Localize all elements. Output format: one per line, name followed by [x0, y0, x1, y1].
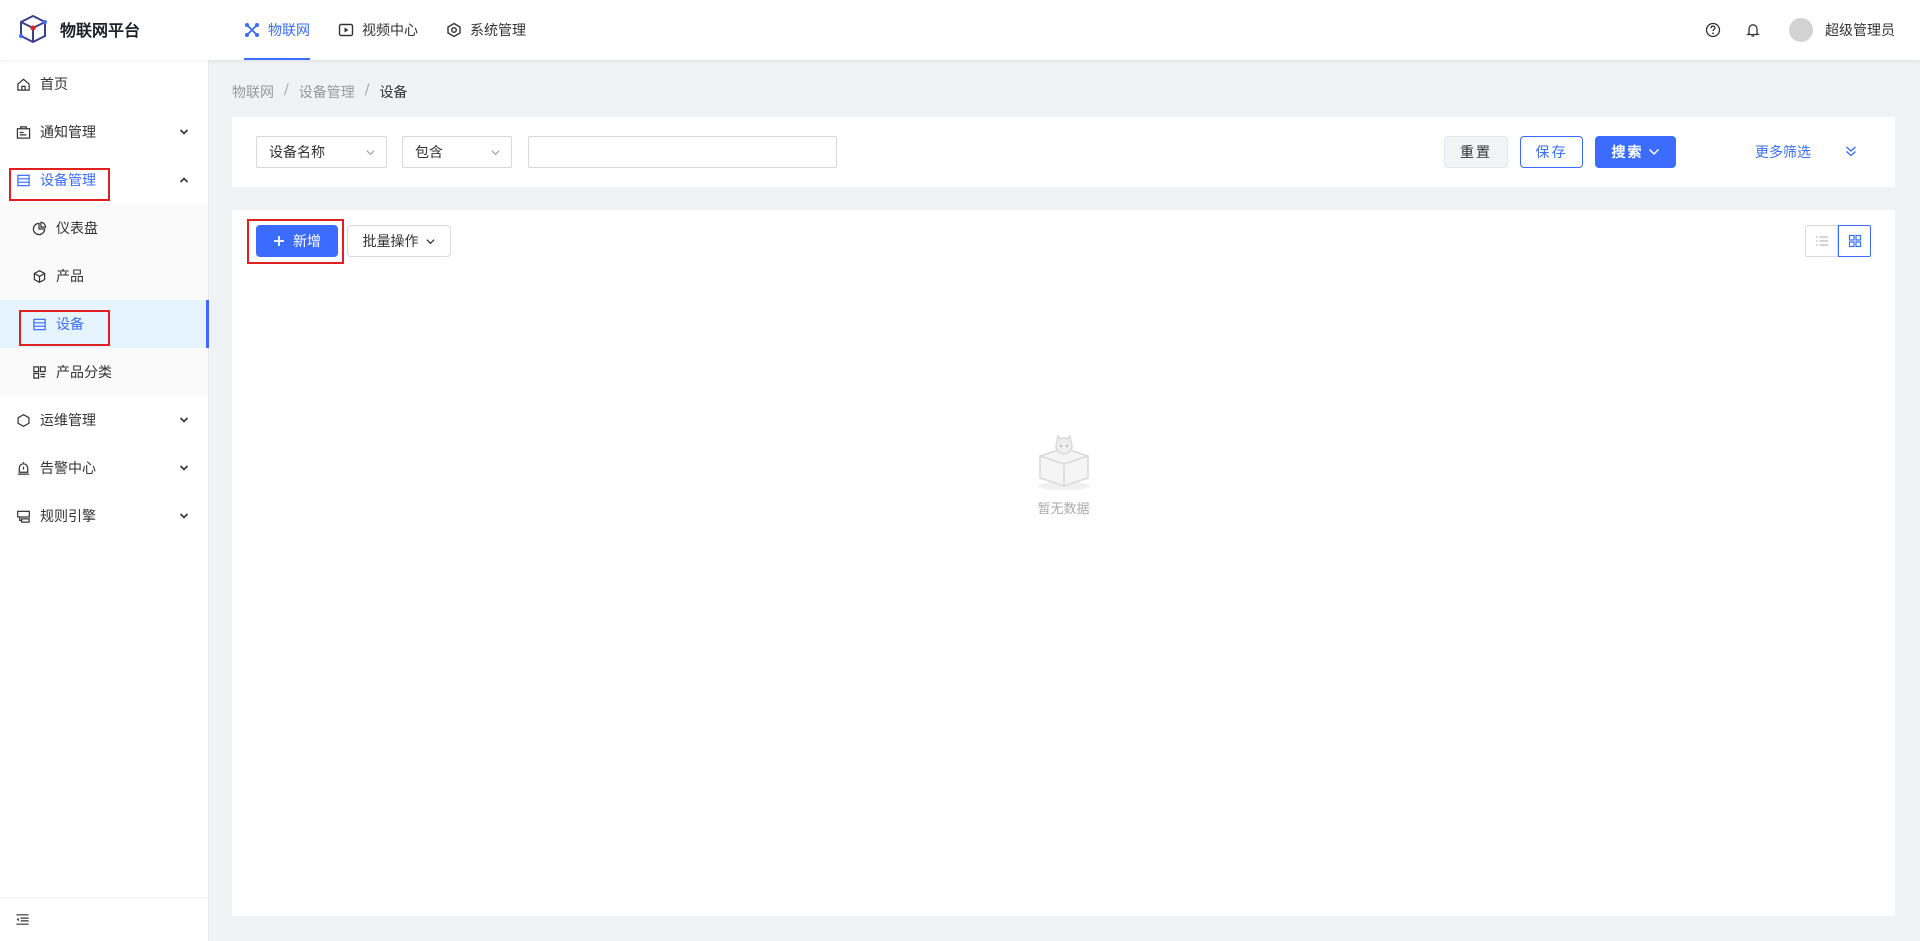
cube-logo-icon [19, 14, 47, 44]
device-list-panel: 新增 批量操作 暂无数据 [232, 210, 1895, 916]
sidebar-item-label: 仪表盘 [56, 221, 98, 237]
add-button-label: 新增 [293, 234, 321, 250]
view-toggle [1805, 225, 1871, 257]
topnav-item-video[interactable]: 视频中心 [326, 0, 430, 60]
iot-icon [245, 23, 259, 37]
top-header: 物联网平台 物联网 视频中心 系统管理 超级管理员 [0, 0, 1920, 60]
topnav-item-iot[interactable]: 物联网 [232, 0, 322, 60]
sidebar-item-device-manage[interactable]: 设备管理 [0, 156, 208, 204]
chevron-down-icon [425, 238, 435, 244]
operator-select-value: 包含 [415, 145, 443, 161]
filter-value-input[interactable] [528, 136, 837, 168]
sidebar-item-label: 设备 [56, 317, 84, 333]
sidebar-item-label: 设备管理 [40, 173, 96, 189]
sidebar-item-label: 运维管理 [40, 413, 96, 429]
topnav-label: 视频中心 [362, 23, 418, 39]
field-select[interactable]: 设备名称 [256, 136, 387, 168]
top-nav: 物联网 视频中心 系统管理 [232, 0, 542, 60]
menu-fold-icon [16, 914, 29, 925]
sidebar-item-alarm[interactable]: 告警中心 [0, 444, 208, 492]
sidebar-item-device[interactable]: 设备 [0, 300, 209, 348]
device-manage-icon [17, 174, 30, 186]
sidebar-item-label: 告警中心 [40, 461, 96, 477]
sidebar-item-label: 通知管理 [40, 125, 96, 141]
save-button[interactable]: 保存 [1520, 136, 1583, 168]
add-button[interactable]: 新增 [256, 225, 338, 257]
topnav-label: 系统管理 [470, 23, 526, 39]
device-icon [33, 318, 46, 330]
help-button[interactable] [1705, 22, 1721, 38]
plus-icon [274, 236, 284, 246]
breadcrumb-current: 设备 [379, 85, 408, 101]
topnav-item-system[interactable]: 系统管理 [434, 0, 538, 60]
chevron-down-icon [179, 417, 189, 423]
search-button-label: 搜索 [1611, 145, 1644, 161]
question-icon [1705, 22, 1721, 38]
empty-box-icon [1037, 434, 1090, 490]
submenu-device-manage: 仪表盘 产品 设备 产品分类 [0, 204, 209, 396]
breadcrumb-separator: / [284, 82, 289, 98]
card-view-button[interactable] [1838, 225, 1871, 257]
batch-operation-label: 批量操作 [362, 234, 419, 250]
notice-icon [16, 125, 31, 139]
rule-icon [17, 510, 30, 523]
chevron-down-icon [366, 150, 375, 156]
search-button[interactable]: 搜索 [1595, 136, 1676, 168]
video-icon [338, 23, 354, 37]
avatar[interactable] [1789, 18, 1813, 42]
breadcrumb-item[interactable]: 设备管理 [299, 82, 355, 102]
chevron-down-icon [179, 513, 189, 519]
grid-icon [1848, 234, 1861, 248]
field-select-value: 设备名称 [269, 145, 325, 161]
sidebar-item-label: 产品 [56, 269, 84, 285]
sidebar-collapse-button[interactable] [0, 897, 208, 941]
chevron-down-icon [179, 465, 189, 471]
sidebar-item-label: 规则引擎 [40, 509, 96, 525]
ops-icon [17, 413, 30, 427]
filter-panel: 设备名称 包含 重置 保存 搜索 更多筛选 [232, 117, 1895, 187]
list-icon [1815, 236, 1828, 246]
bell-icon [1746, 24, 1760, 37]
home-icon [17, 78, 30, 91]
empty-text: 暂无数据 [1037, 502, 1090, 517]
empty-state: 暂无数据 [232, 432, 1895, 517]
batch-operation-button[interactable]: 批量操作 [347, 225, 451, 257]
alarm-icon [17, 461, 30, 475]
sidebar-item-label: 产品分类 [56, 365, 112, 381]
topnav-label: 物联网 [268, 23, 310, 39]
breadcrumb-item[interactable]: 物联网 [232, 82, 274, 102]
breadcrumb-separator: / [364, 82, 370, 98]
more-filter-link[interactable]: 更多筛选 [1755, 142, 1811, 162]
list-view-button[interactable] [1805, 225, 1838, 257]
dashboard-icon [32, 221, 47, 235]
double-chevron-down-icon[interactable] [1844, 144, 1858, 158]
app-title: 物联网平台 [60, 21, 141, 40]
sidebar-item-rule[interactable]: 规则引擎 [0, 492, 208, 540]
sidebar-item-home[interactable]: 首页 [0, 60, 208, 108]
sidebar-item-label: 首页 [40, 77, 68, 93]
username[interactable]: 超级管理员 [1825, 20, 1895, 40]
chevron-up-icon [179, 177, 189, 183]
chevron-down-icon [179, 129, 189, 135]
sidebar-item-dashboard[interactable]: 仪表盘 [0, 204, 208, 252]
product-icon [33, 269, 46, 283]
breadcrumb: 物联网 / 设备管理 / 设备 [232, 82, 407, 102]
header-actions: 超级管理员 [1681, 0, 1895, 60]
sidebar: 首页 通知管理 设备管理 仪表盘 产品 设备 产品分类 运维管理 告警中心 规则… [0, 60, 209, 941]
logo[interactable]: 物联网平台 [18, 14, 140, 44]
sidebar-item-ops[interactable]: 运维管理 [0, 396, 208, 444]
category-icon [33, 365, 46, 379]
system-icon [447, 22, 461, 38]
operator-select[interactable]: 包含 [402, 136, 512, 168]
chevron-down-icon [491, 150, 500, 156]
reset-button[interactable]: 重置 [1444, 136, 1508, 168]
chevron-down-icon [1648, 148, 1659, 156]
notification-button[interactable] [1745, 22, 1761, 38]
sidebar-item-product[interactable]: 产品 [0, 252, 208, 300]
sidebar-item-notice[interactable]: 通知管理 [0, 108, 208, 156]
sidebar-item-category[interactable]: 产品分类 [0, 348, 208, 396]
